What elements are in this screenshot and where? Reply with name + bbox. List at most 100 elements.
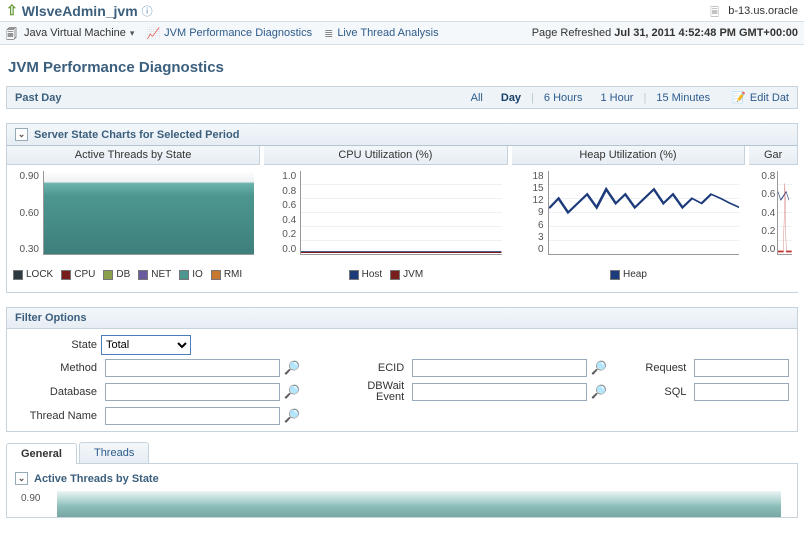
swatch-icon <box>61 270 71 280</box>
bottom-ytick: 0.90 <box>21 493 40 504</box>
bottom-plot <box>57 491 781 517</box>
info-icon[interactable]: ⓘ <box>142 3 153 19</box>
target-name: WlsveAdmin_jvm <box>22 3 138 19</box>
legend-heap: Heap <box>610 269 647 280</box>
swatch-icon <box>179 270 189 280</box>
calendar-edit-icon: 📝 <box>732 91 746 104</box>
thread-icon: ≣ <box>324 27 333 40</box>
time-links: All Day | 6 Hours 1 Hour | 15 Minutes 📝 … <box>463 91 789 104</box>
up-arrow-icon[interactable]: ⇧ <box>6 2 18 19</box>
collapse-toggle[interactable]: ⌄ <box>15 472 28 485</box>
swatch-icon <box>138 270 148 280</box>
page-refreshed: Page Refreshed Jul 31, 2011 4:52:48 PM G… <box>532 27 798 39</box>
time-day[interactable]: Day <box>493 92 529 104</box>
swatch-icon <box>211 270 221 280</box>
server-state-section-header: ⌄ Server State Charts for Selected Perio… <box>6 123 798 146</box>
toolbar: 🗐 Java Virtual Machine ▾ 📈 JVM Performan… <box>0 21 804 45</box>
dbwait-label: DBWait Event <box>358 381 408 403</box>
chart3-yaxis: 1815129630 <box>516 171 544 255</box>
jvm-icon: 🗐 <box>6 26 20 40</box>
search-icon[interactable]: 🔍 <box>284 408 300 424</box>
chart3-plot <box>548 171 740 255</box>
charts-row: Active Threads by State 0.900.600.30 LOC… <box>6 146 798 293</box>
bottom-section-header: ⌄ Active Threads by State <box>7 472 797 491</box>
time-all[interactable]: All <box>463 92 491 104</box>
search-icon[interactable]: 🔍 <box>284 360 300 376</box>
ecid-input[interactable] <box>412 359 587 377</box>
search-icon[interactable]: 🔍 <box>591 360 607 376</box>
chart1-yaxis: 0.900.600.30 <box>11 171 39 255</box>
request-input[interactable] <box>694 359 789 377</box>
dbwait-input[interactable] <box>412 383 587 401</box>
filter-title: Filter Options <box>7 308 797 329</box>
chart4-plot <box>777 171 792 255</box>
ecid-label: ECID <box>358 362 408 374</box>
chart1-legend: LOCK CPU DB NET IO RMI <box>7 265 260 284</box>
chart-gc: Gar 0.80.60.40.20.0 <box>749 146 798 284</box>
live-thread-label: Live Thread Analysis <box>337 27 438 39</box>
method-label: Method <box>15 362 101 374</box>
chevron-down-icon: ▾ <box>130 28 135 39</box>
chart1-title: Active Threads by State <box>7 146 260 165</box>
time-6hours[interactable]: 6 Hours <box>536 92 591 104</box>
search-icon[interactable]: 🔍 <box>284 384 300 400</box>
bottom-title: Active Threads by State <box>34 473 159 485</box>
chart2-plot <box>300 171 501 255</box>
database-input[interactable] <box>105 383 280 401</box>
database-label: Database <box>15 386 101 398</box>
bottom-chart: 0.90 <box>17 491 787 517</box>
tab-general[interactable]: General <box>6 443 77 464</box>
chart4-title: Gar <box>749 146 798 165</box>
chart3-legend: Heap <box>512 265 746 284</box>
header-left: ⇧ WlsveAdmin_jvm ⓘ <box>6 2 153 19</box>
chart3-body: 1815129630 <box>512 165 746 265</box>
chart1-body: 0.900.600.30 <box>7 165 260 265</box>
chart4-yaxis: 0.80.60.40.20.0 <box>753 171 775 255</box>
edit-date-label: Edit Dat <box>750 92 789 104</box>
filter-options-section: Filter Options State Total Method 🔍 ECID… <box>6 307 798 432</box>
perf-diag-label: JVM Performance Diagnostics <box>164 27 312 39</box>
swatch-icon <box>390 270 400 280</box>
refresh-prefix: Page Refreshed <box>532 27 615 39</box>
chart2-yaxis: 1.00.80.60.40.20.0 <box>268 171 296 255</box>
time-15min[interactable]: 15 Minutes <box>648 92 718 104</box>
tabs: General Threads <box>6 442 798 464</box>
refresh-time: Jul 31, 2011 4:52:48 PM GMT+00:00 <box>614 27 798 39</box>
method-input[interactable] <box>105 359 280 377</box>
chart-icon: 📈 <box>146 27 160 40</box>
time-range-label: Past Day <box>15 92 61 104</box>
search-icon[interactable]: 🔍 <box>591 384 607 400</box>
state-label: State <box>15 339 101 351</box>
jvm-menu[interactable]: 🗐 Java Virtual Machine ▾ <box>6 26 134 40</box>
chart-cpu-util: CPU Utilization (%) 1.00.80.60.40.20.0 H… <box>264 146 507 284</box>
chart2-legend: Host JVM <box>264 265 507 284</box>
legend-db: DB <box>103 269 130 280</box>
threadname-input[interactable] <box>105 407 280 425</box>
time-1hour[interactable]: 1 Hour <box>592 92 641 104</box>
edit-date-link[interactable]: 📝 Edit Dat <box>720 91 789 104</box>
legend-io: IO <box>179 269 203 280</box>
live-thread-link[interactable]: ≣ Live Thread Analysis <box>324 27 439 40</box>
collapse-toggle[interactable]: ⌄ <box>15 128 28 141</box>
chart1-plot <box>43 171 254 255</box>
legend-host: Host <box>349 269 383 280</box>
general-tab-content: ⌄ Active Threads by State 0.90 <box>6 464 798 518</box>
sql-label: SQL <box>635 386 690 398</box>
legend-rmi: RMI <box>211 269 242 280</box>
tab-threads[interactable]: Threads <box>79 442 149 463</box>
chart-active-threads: Active Threads by State 0.900.600.30 LOC… <box>7 146 260 284</box>
legend-cpu: CPU <box>61 269 95 280</box>
header-bar: ⇧ WlsveAdmin_jvm ⓘ 🗏 b-13.us.oracle <box>0 0 804 21</box>
swatch-icon <box>103 270 113 280</box>
time-range-bar: Past Day All Day | 6 Hours 1 Hour | 15 M… <box>6 86 798 109</box>
perf-diag-link[interactable]: 📈 JVM Performance Diagnostics <box>146 27 312 40</box>
swatch-icon <box>13 270 23 280</box>
host-info: 🗏 b-13.us.oracle <box>710 4 798 18</box>
state-select[interactable]: Total <box>101 335 191 355</box>
server-state-title: Server State Charts for Selected Period <box>34 129 239 141</box>
swatch-icon <box>349 270 359 280</box>
page-heading: JVM Performance Diagnostics <box>0 45 804 86</box>
swatch-icon <box>610 270 620 280</box>
sql-input[interactable] <box>694 383 789 401</box>
chart3-title: Heap Utilization (%) <box>512 146 746 165</box>
